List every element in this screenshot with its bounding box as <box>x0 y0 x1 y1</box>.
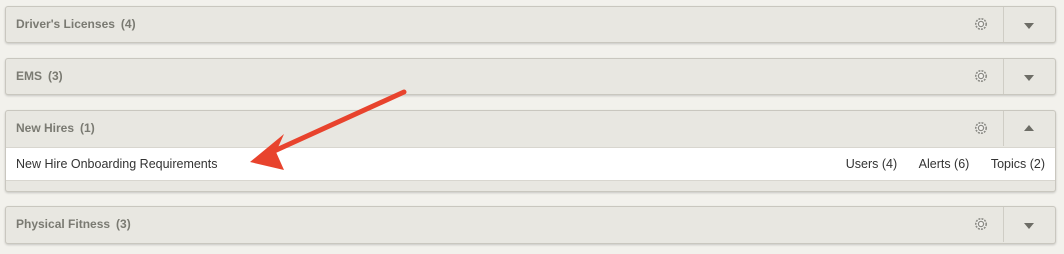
chevron-down-icon <box>1024 223 1034 229</box>
expand-toggle-button[interactable] <box>1004 207 1055 242</box>
topics-link[interactable]: Topics (2) <box>991 157 1045 171</box>
chevron-up-icon <box>1024 125 1034 131</box>
group-panel-new-hires: New Hires (1) New Hire Onboarding Require… <box>5 110 1056 192</box>
expand-toggle-button[interactable] <box>1004 59 1055 94</box>
expand-toggle-button[interactable] <box>1004 7 1055 42</box>
group-title: EMS (3) <box>16 59 63 94</box>
group-label: EMS <box>16 69 43 83</box>
group-count: (3) <box>48 69 63 83</box>
gear-icon[interactable] <box>974 69 988 83</box>
group-panel-physical-fitness: Physical Fitness (3) <box>5 206 1056 244</box>
chevron-down-icon <box>1024 75 1034 81</box>
group-header[interactable]: Physical Fitness (3) <box>6 207 1055 242</box>
group-header[interactable]: Driver's Licenses (4) <box>6 7 1055 42</box>
collapse-toggle-button[interactable] <box>1004 111 1055 146</box>
item-links: Users (4) Alerts (6) Topics (2) <box>828 148 1045 180</box>
group-count: (4) <box>120 17 136 31</box>
group-label: New Hires <box>16 121 75 135</box>
group-panel-drivers-licenses: Driver's Licenses (4) <box>5 6 1056 43</box>
gear-icon[interactable] <box>974 17 988 31</box>
group-panel-ems: EMS (3) <box>5 58 1056 95</box>
group-title: New Hires (1) <box>16 111 95 146</box>
chevron-down-icon <box>1024 23 1034 29</box>
group-label: Physical Fitness <box>16 217 111 231</box>
group-label: Driver's Licenses <box>16 17 115 31</box>
group-count: (3) <box>116 217 131 231</box>
group-title: Physical Fitness (3) <box>16 207 131 242</box>
group-title: Driver's Licenses (4) <box>16 7 136 42</box>
users-link[interactable]: Users (4) <box>846 157 897 171</box>
list-item: New Hire Onboarding Requirements Users (… <box>6 147 1055 181</box>
group-header[interactable]: New Hires (1) <box>6 111 1055 146</box>
item-title-link[interactable]: New Hire Onboarding Requirements <box>16 148 217 180</box>
gear-icon[interactable] <box>974 217 988 231</box>
group-header[interactable]: EMS (3) <box>6 59 1055 94</box>
gear-icon[interactable] <box>974 121 988 135</box>
alerts-link[interactable]: Alerts (6) <box>919 157 970 171</box>
group-count: (1) <box>80 121 95 135</box>
